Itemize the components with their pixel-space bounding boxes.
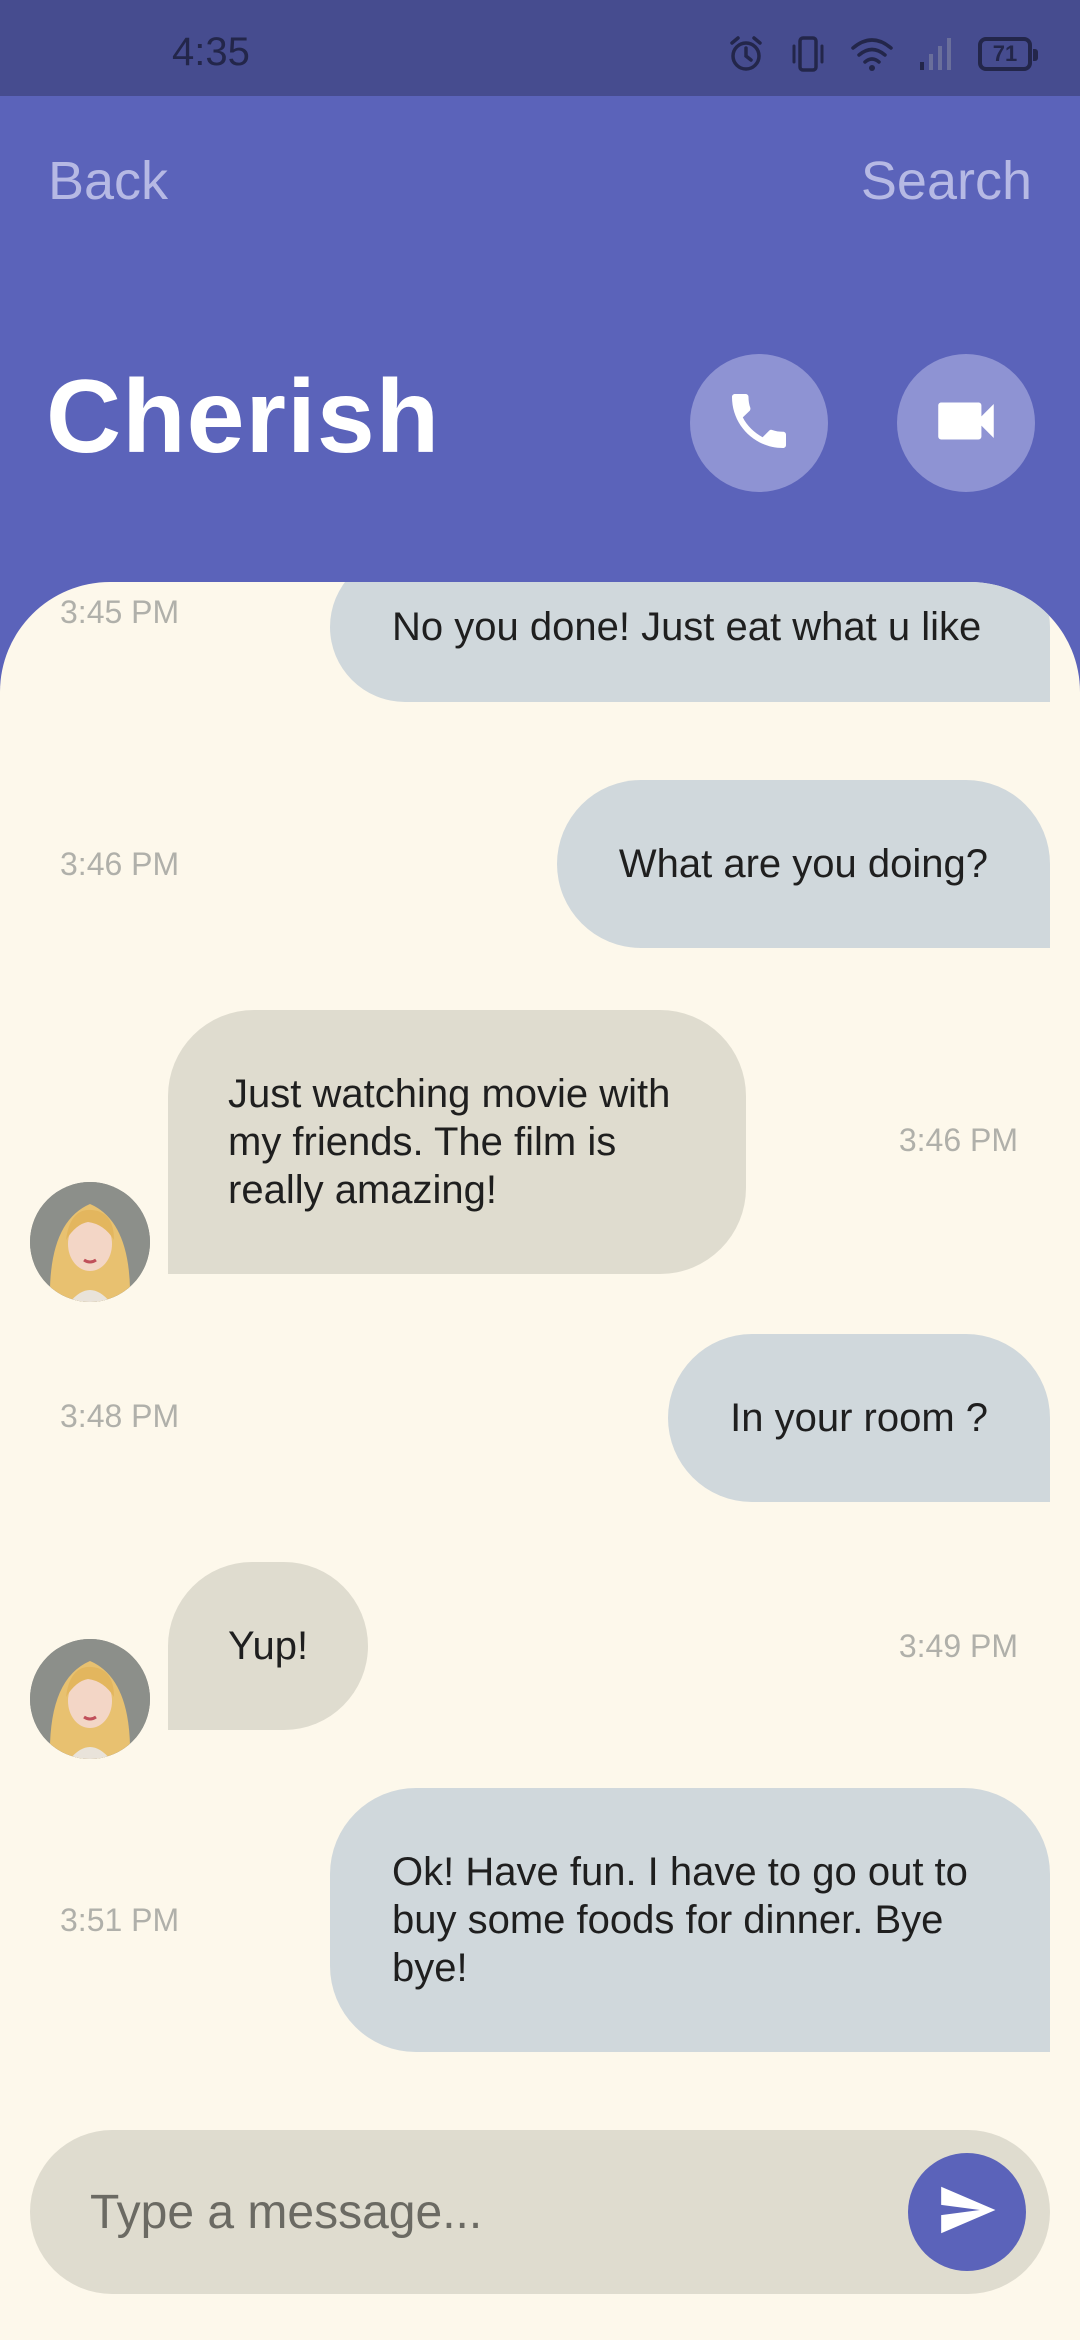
- video-camera-icon: [929, 384, 1003, 463]
- message-timestamp: 3:49 PM: [898, 1628, 1018, 1664]
- vibrate-icon: [788, 34, 828, 74]
- status-time: 4:35: [172, 30, 250, 74]
- contact-name: Cherish: [46, 359, 441, 475]
- message-text: No you done! Just eat what u like: [392, 605, 982, 649]
- status-icons: 71: [726, 34, 1038, 74]
- battery-icon: 71: [978, 37, 1038, 71]
- signal-icon: [916, 34, 956, 74]
- send-icon: [936, 2179, 998, 2246]
- message-timestamp: 3:45 PM: [60, 594, 180, 630]
- send-button[interactable]: [908, 2153, 1026, 2271]
- message-text: In your room ?: [730, 1396, 988, 1440]
- message-timestamp: 3:51 PM: [60, 1902, 180, 1938]
- message-timestamp: 3:48 PM: [60, 1398, 180, 1434]
- message-timestamp: 3:46 PM: [60, 846, 180, 882]
- message-input[interactable]: [90, 2130, 890, 2294]
- message-text: What are you doing?: [618, 842, 988, 886]
- message-bubble-sent: No you done! Just eat what u like: [330, 582, 1050, 702]
- avatar[interactable]: [30, 1182, 150, 1302]
- message-bubble-sent: Ok! Have fun. I have to go out to buy so…: [330, 1788, 1050, 2052]
- call-button[interactable]: [690, 354, 828, 492]
- search-button[interactable]: Search: [861, 150, 1032, 212]
- message-text: Yup!: [228, 1624, 309, 1668]
- message-timestamp: 3:46 PM: [898, 1122, 1018, 1158]
- wifi-icon: [850, 34, 894, 74]
- back-button[interactable]: Back: [48, 150, 168, 212]
- video-call-button[interactable]: [897, 354, 1035, 492]
- message-text: Just watching movie with my friends. The…: [228, 1072, 671, 1212]
- battery-level: 71: [992, 41, 1018, 66]
- message-composer: [30, 2130, 1050, 2294]
- message-bubble-sent: What are you doing?: [556, 780, 1050, 948]
- message-bubble-received: Yup!: [168, 1562, 369, 1730]
- phone-icon: [723, 385, 795, 462]
- message-text: Ok! Have fun. I have to go out to buy so…: [392, 1850, 968, 1990]
- chat-header: Back Search Cherish: [0, 96, 1080, 636]
- message-list[interactable]: No you done! Just eat what u like 3:45 P…: [0, 582, 1080, 2340]
- alarm-icon: [726, 34, 766, 74]
- message-bubble-received: Just watching movie with my friends. The…: [168, 1010, 746, 1274]
- message-bubble-sent: In your room ?: [668, 1334, 1050, 1502]
- avatar[interactable]: [30, 1639, 150, 1759]
- status-bar: 4:35 71: [0, 0, 1080, 96]
